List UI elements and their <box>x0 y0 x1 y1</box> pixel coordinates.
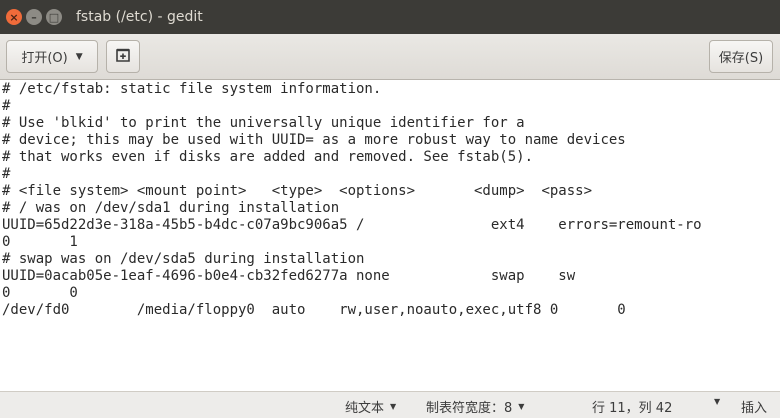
close-icon: × <box>9 10 19 24</box>
chevron-down-icon: ▼ <box>75 51 83 62</box>
cursor-position[interactable]: 行 11，列 42 <box>592 397 672 416</box>
new-document-button[interactable] <box>106 40 140 73</box>
editor-line: UUID=0acab05e-1eaf-4696-b0e4-cb32fed6277… <box>2 268 576 284</box>
status-bar: 纯文本 ▼ 制表符宽度：8 ▼ 行 11，列 42 ▼ 插入 <box>0 391 780 418</box>
maximize-window-button[interactable]: □ <box>46 9 62 25</box>
tab-width-label: 制表符宽度：8 <box>426 401 513 416</box>
maximize-icon: □ <box>48 10 60 24</box>
title-bar: × – □ fstab (/etc) - gedit <box>0 0 780 34</box>
chevron-down-icon: ▼ <box>518 402 525 411</box>
editor-line: # swap was on /dev/sda5 during installat… <box>2 251 365 267</box>
editor-line: # <box>2 98 11 114</box>
open-button[interactable]: 打开(O) ▼ <box>6 40 98 73</box>
editor-line: UUID=65d22d3e-318a-45b5-b4dc-c07a9bc906a… <box>2 217 702 233</box>
save-button[interactable]: 保存(S) <box>709 40 773 73</box>
editor-line: # / was on /dev/sda1 during installation <box>2 200 340 216</box>
editor-line: /dev/fd0 /media/floppy0 auto rw,user,noa… <box>2 302 626 318</box>
save-button-label: 保存(S) <box>718 51 764 66</box>
chevron-down-icon: ▼ <box>390 402 397 411</box>
window-controls: × – □ <box>6 9 66 25</box>
editor-line: # /etc/fstab: static file system informa… <box>2 81 382 97</box>
editor-line: # Use 'blkid' to print the universally u… <box>2 115 525 131</box>
editor-line: # <box>2 166 11 182</box>
text-editor[interactable]: # /etc/fstab: static file system informa… <box>0 81 780 391</box>
new-document-icon <box>115 47 131 67</box>
insert-mode[interactable]: 插入 <box>741 397 767 416</box>
editor-line: # device; this may be used with UUID= as… <box>2 132 626 148</box>
tab-width-selector[interactable]: 制表符宽度：8 ▼ <box>426 397 524 416</box>
window-title: fstab (/etc) - gedit <box>76 9 203 25</box>
editor-line: # <file system> <mount point> <type> <op… <box>2 183 593 199</box>
cursor-position-label: 行 11，列 42 <box>592 401 673 416</box>
minimize-icon: – <box>31 10 37 24</box>
editor-line: 0 0 <box>2 285 78 301</box>
insert-mode-label: 插入 <box>741 401 768 416</box>
close-window-button[interactable]: × <box>6 9 22 25</box>
language-selector[interactable]: 纯文本 ▼ <box>345 397 396 416</box>
open-button-label: 打开(O) <box>21 51 68 66</box>
language-label: 纯文本 <box>345 401 385 416</box>
chevron-down-icon: ▼ <box>714 397 721 406</box>
cursor-position-menu[interactable]: ▼ <box>708 397 720 406</box>
minimize-window-button[interactable]: – <box>26 9 42 25</box>
editor-line: # that works even if disks are added and… <box>2 149 534 165</box>
header-bar: 打开(O) ▼ 保存(S) <box>0 34 780 80</box>
editor-content[interactable]: # /etc/fstab: static file system informa… <box>0 81 780 319</box>
editor-line: 0 1 <box>2 234 78 250</box>
